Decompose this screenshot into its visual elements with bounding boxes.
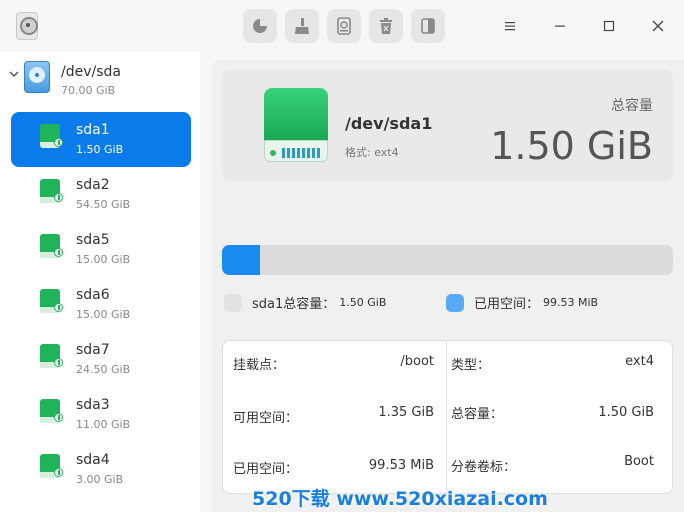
partition-item-sda2[interactable]: sda2 54.50 GiB (11, 167, 191, 222)
filesystem-format: 格式: ext4 (345, 146, 399, 159)
resize-button[interactable] (411, 9, 445, 43)
partition-name: sda5 (76, 232, 110, 248)
usage-bar (222, 245, 673, 275)
legend-used-value: 99.53 MiB (543, 296, 599, 309)
partition-list: sda1 1.50 GiB sda2 54.50 GiB sda5 15.00 … (11, 112, 191, 497)
used-space-label: 已用空间： (233, 462, 299, 477)
partition-size: 15.00 GiB (76, 253, 131, 266)
close-icon (652, 20, 664, 32)
partition-detail-panel: /dev/sda1 格式: ext4 总容量 1.50 GiB sda1总容量：… (212, 60, 684, 512)
title-bar (0, 0, 684, 52)
partition-drive-icon (40, 289, 63, 315)
watermark-text: 520下载 www.520xiazai.com (252, 488, 548, 510)
delete-button[interactable] (369, 9, 403, 43)
partition-size: 24.50 GiB (76, 363, 131, 376)
legend-used: 已用空间： 99.53 MiB (446, 293, 598, 312)
partition-name: sda3 (76, 397, 110, 413)
device-sidebar: /dev/sda 70.00 GiB sda1 1.50 GiB sda2 54… (0, 52, 200, 512)
partition-size: 15.00 GiB (76, 308, 131, 321)
close-button[interactable] (646, 14, 670, 38)
partition-name: sda7 (76, 342, 110, 358)
legend-used-label: 已用空间： (474, 297, 540, 312)
maximize-button[interactable] (597, 14, 621, 38)
partition-item-sda3[interactable]: sda3 11.00 GiB (11, 387, 191, 442)
minimize-button[interactable] (548, 14, 572, 38)
resize-icon (421, 18, 435, 34)
disk-item-sda[interactable]: /dev/sda 70.00 GiB (0, 58, 200, 98)
partition-drive-icon (40, 234, 63, 260)
type-label: 类型： (451, 358, 491, 373)
partition-icon (253, 19, 267, 33)
disk-name: /dev/sda (61, 64, 121, 80)
volume-label-value: Boot (624, 454, 654, 469)
minimize-icon (555, 25, 565, 27)
partition-info-card: /dev/sda1 格式: ext4 总容量 1.50 GiB (222, 70, 673, 181)
partition-name: sda2 (76, 177, 110, 193)
partition-name: sda6 (76, 287, 110, 303)
partition-drive-icon (40, 179, 63, 205)
clean-icon (295, 18, 309, 34)
table-divider (446, 341, 447, 493)
disk-size: 70.00 GiB (61, 84, 116, 97)
legend-total-label: sda1总容量： (252, 297, 336, 312)
legend-swatch-used (446, 293, 464, 312)
type-value: ext4 (625, 354, 654, 369)
disk-info-button[interactable] (327, 9, 361, 43)
partition-drive-icon (40, 454, 63, 480)
toolbar (243, 9, 445, 43)
partition-item-sda7[interactable]: sda7 24.50 GiB (11, 332, 191, 387)
chevron-down-icon[interactable] (8, 68, 20, 80)
disk-info-icon (337, 17, 351, 35)
capacity-value: 1.50 GiB (490, 124, 653, 168)
partition-name: sda1 (76, 122, 110, 138)
volume-label-label: 分卷卷标： (451, 460, 517, 475)
main-menu-button[interactable] (498, 14, 522, 38)
partition-title: /dev/sda1 (345, 114, 433, 133)
maximize-icon (603, 20, 615, 32)
total-capacity-value: 1.50 GiB (598, 405, 654, 420)
disk-utility-app-icon (16, 12, 38, 40)
partition-drive-icon (40, 344, 63, 370)
partition-size: 54.50 GiB (76, 198, 131, 211)
clean-button[interactable] (285, 9, 319, 43)
legend-swatch-total (224, 293, 242, 312)
partition-item-sda6[interactable]: sda6 15.00 GiB (11, 277, 191, 332)
large-drive-icon (264, 88, 328, 164)
partition-detail-table: 挂载点： /boot 类型： ext4 可用空间： 1.35 GiB 总容量： … (222, 340, 673, 494)
partition-drive-icon (40, 124, 63, 150)
partition-size: 11.00 GiB (76, 418, 131, 431)
partition-item-sda1[interactable]: sda1 1.50 GiB (11, 112, 191, 167)
used-space-value: 99.53 MiB (368, 458, 434, 473)
legend-total: sda1总容量： 1.50 GiB (224, 293, 386, 312)
partition-button[interactable] (243, 9, 277, 43)
partition-item-sda5[interactable]: sda5 15.00 GiB (11, 222, 191, 277)
partition-size: 1.50 GiB (76, 143, 124, 156)
partition-drive-icon (40, 399, 63, 425)
partition-size: 3.00 GiB (76, 473, 124, 486)
mount-point-value: /boot (400, 354, 434, 369)
delete-icon (380, 18, 392, 34)
capacity-label: 总容量 (611, 98, 653, 114)
partition-name: sda4 (76, 452, 110, 468)
available-space-label: 可用空间： (233, 411, 299, 426)
mount-point-label: 挂载点： (233, 358, 286, 373)
legend-total-value: 1.50 GiB (339, 296, 387, 309)
available-space-value: 1.35 GiB (378, 405, 434, 420)
hard-disk-icon (24, 61, 50, 93)
total-capacity-label: 总容量： (451, 407, 504, 422)
partition-item-sda4[interactable]: sda4 3.00 GiB (11, 442, 191, 497)
usage-bar-fill (222, 245, 261, 275)
menu-icon (505, 22, 515, 31)
